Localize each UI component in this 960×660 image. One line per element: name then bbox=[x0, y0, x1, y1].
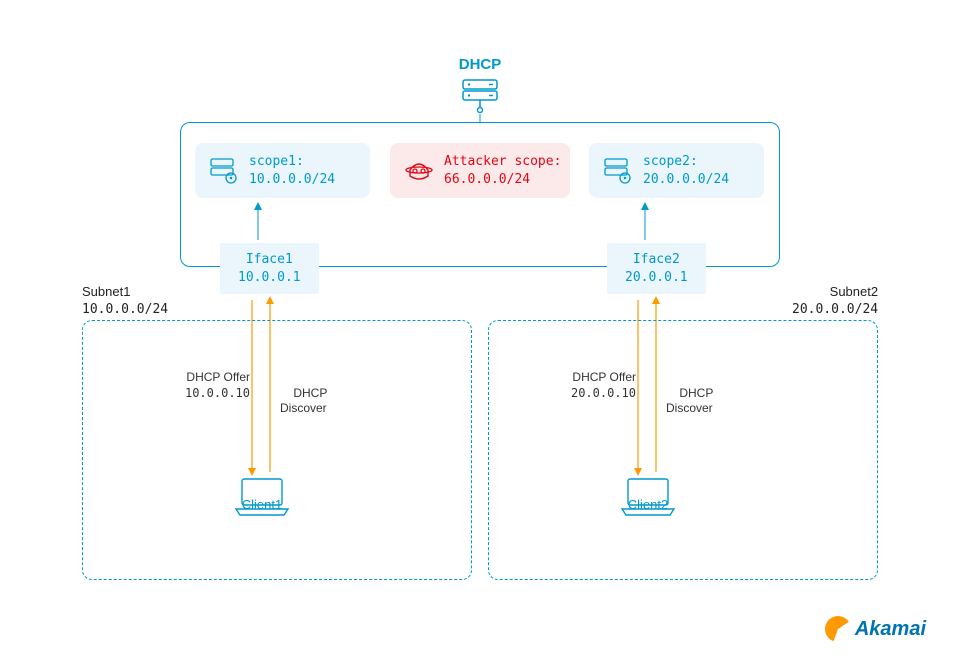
client1-box: Client1 bbox=[222, 475, 302, 512]
dhcp-offer2-label: DHCP Offer 20.0.0.10 bbox=[556, 370, 636, 401]
akamai-swoosh-icon bbox=[825, 616, 851, 642]
dhcp-offer1-label: DHCP Offer 10.0.0.10 bbox=[170, 370, 250, 401]
subnet2-label: Subnet2 20.0.0.0/24 bbox=[792, 283, 878, 318]
discover2-title: DHCP Discover bbox=[666, 386, 713, 416]
iface2-name: Iface2 bbox=[625, 251, 688, 269]
subnet1-frame bbox=[82, 320, 472, 580]
iface1-ip: 10.0.0.1 bbox=[238, 269, 301, 287]
subnet1-cidr: 10.0.0.0/24 bbox=[82, 301, 168, 319]
attacker-cidr: 66.0.0.0/24 bbox=[444, 172, 530, 187]
client2-box: Client2 bbox=[608, 475, 688, 512]
scope1-label: scope1: bbox=[249, 154, 304, 169]
dhcp-title: DHCP bbox=[459, 56, 502, 73]
attacker-scope-box: Attacker scope: 66.0.0.0/24 bbox=[390, 143, 570, 198]
scope2-box: scope2: 20.0.0.0/24 bbox=[589, 143, 764, 198]
client2-label: Client2 bbox=[608, 497, 688, 512]
scope2-label: scope2: bbox=[643, 154, 698, 169]
subnet1-label: Subnet1 10.0.0.0/24 bbox=[82, 283, 168, 318]
dhcp-discover2-label: DHCP Discover bbox=[666, 370, 746, 432]
iface1-box: Iface1 10.0.0.1 bbox=[220, 243, 319, 294]
attacker-icon bbox=[404, 156, 434, 186]
iface2-box: Iface2 20.0.0.1 bbox=[607, 243, 706, 294]
server-icon bbox=[459, 78, 501, 116]
akamai-logo: Akamai bbox=[825, 616, 926, 642]
client1-label: Client1 bbox=[222, 497, 302, 512]
iface1-name: Iface1 bbox=[238, 251, 301, 269]
offer1-title: DHCP Offer bbox=[170, 370, 250, 386]
subnet2-cidr: 20.0.0.0/24 bbox=[792, 301, 878, 319]
offer2-ip: 20.0.0.10 bbox=[556, 386, 636, 402]
subnet2-frame bbox=[488, 320, 878, 580]
subnet2-name: Subnet2 bbox=[792, 283, 878, 301]
dhcp-discover1-label: DHCP Discover bbox=[280, 370, 360, 432]
scope1-box: scope1: 10.0.0.0/24 bbox=[195, 143, 370, 198]
server-scope-icon bbox=[603, 156, 633, 186]
brand-text: Akamai bbox=[855, 618, 926, 641]
discover1-title: DHCP Discover bbox=[280, 386, 327, 416]
offer2-title: DHCP Offer bbox=[556, 370, 636, 386]
iface2-ip: 20.0.0.1 bbox=[625, 269, 688, 287]
server-scope-icon bbox=[209, 156, 239, 186]
offer1-ip: 10.0.0.10 bbox=[170, 386, 250, 402]
subnet1-name: Subnet1 bbox=[82, 283, 168, 301]
scope2-cidr: 20.0.0.0/24 bbox=[643, 172, 729, 187]
scope1-cidr: 10.0.0.0/24 bbox=[249, 172, 335, 187]
attacker-label: Attacker scope: bbox=[444, 154, 561, 169]
